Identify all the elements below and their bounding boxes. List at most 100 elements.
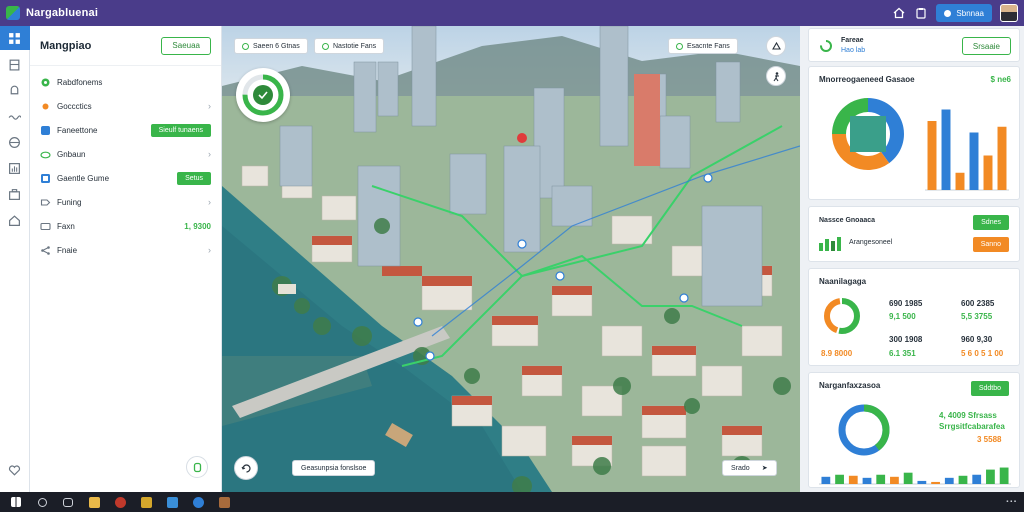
map-filter-chip-1[interactable]: Saeen 6 Gtnas xyxy=(234,38,308,54)
chip-label: Esacnte Fans xyxy=(687,42,730,50)
map-filter-chip-2[interactable]: Nastotie Fans xyxy=(314,38,385,54)
app-brown-icon[interactable] xyxy=(214,494,234,510)
share-icon xyxy=(40,245,51,256)
bar xyxy=(941,109,951,190)
nav-item-5[interactable]: Gaentle Gume Setus xyxy=(30,166,221,190)
account-button[interactable]: Sbnnaa xyxy=(936,4,992,22)
mini-bars-icon xyxy=(819,237,841,251)
rail-globe-icon[interactable] xyxy=(0,130,30,154)
tray-line: ▪ ▪ ▪ xyxy=(1006,498,1016,505)
rail-chart-icon[interactable] xyxy=(0,156,30,180)
rail-building-icon[interactable] xyxy=(0,52,30,76)
chart-card-badge: $ ne6 xyxy=(990,75,1011,84)
start-icon[interactable] xyxy=(6,494,26,510)
help-button[interactable] xyxy=(186,456,208,478)
cloud-icon xyxy=(40,149,51,160)
nav-item-label: Gaentle Gume xyxy=(57,173,110,183)
rail-briefcase-icon[interactable] xyxy=(0,182,30,206)
bar xyxy=(958,475,968,484)
nav-item-8[interactable]: Fnaie › xyxy=(30,238,221,262)
bar xyxy=(890,476,899,484)
map-filter-chip-3[interactable]: Esacnte Fans xyxy=(668,38,738,54)
map-progress-gauge xyxy=(236,68,290,122)
pie-center xyxy=(850,116,886,152)
globe-icon xyxy=(40,77,51,88)
nav-item-2[interactable]: Goccctics › xyxy=(30,94,221,118)
stat-value: 8.9 8000 xyxy=(821,349,853,358)
bar xyxy=(821,476,831,484)
rail-grid-icon[interactable] xyxy=(0,26,30,50)
rail-bell-icon[interactable] xyxy=(0,78,30,102)
bar xyxy=(972,474,982,484)
rail-house-icon[interactable] xyxy=(0,208,30,232)
panel-title: Mangpiao xyxy=(40,39,92,52)
bar xyxy=(955,172,965,190)
rail-wave-icon[interactable] xyxy=(0,104,30,128)
stat-value: 5,5 3755 xyxy=(961,312,993,321)
layers-icon xyxy=(771,41,781,50)
bar xyxy=(876,474,886,484)
panel-action-button[interactable]: Saeuaa xyxy=(161,36,211,55)
map-share-button[interactable]: Srado ➤ xyxy=(722,460,777,476)
nav-item-7[interactable]: Faxn 1, 9300 xyxy=(30,214,221,238)
tag-icon xyxy=(40,197,51,208)
donut-line-2: Srrgsitfcabarafea xyxy=(939,422,1005,431)
nav-item-1[interactable]: Rabdfonems xyxy=(30,70,221,94)
icon-rail xyxy=(0,26,30,492)
chip-label: Saeen 6 Gtnas xyxy=(253,42,300,50)
app-store-icon[interactable] xyxy=(162,494,182,510)
stat-value: 6.1 351 xyxy=(889,349,916,358)
bars-row-1-label: Nassce Gnoaaca xyxy=(819,217,876,224)
taskbar: ▪ ▪ ▪ xyxy=(0,492,1024,512)
donut-chart xyxy=(838,404,890,456)
home-icon[interactable] xyxy=(892,6,906,20)
app-yellow-icon[interactable] xyxy=(136,494,156,510)
map-layers-button[interactable] xyxy=(766,36,786,56)
stats-card: Naanilagaga 690 1985 600 2385 9,1 500 5,… xyxy=(808,268,1020,366)
map-rotate-button[interactable] xyxy=(234,456,258,480)
rail-heart-icon[interactable] xyxy=(0,458,30,482)
system-tray[interactable]: ▪ ▪ ▪ xyxy=(1006,499,1016,506)
nav-item-label: Faneettone xyxy=(57,125,98,135)
folder-icon[interactable] xyxy=(84,494,104,510)
summary-button[interactable]: Srsaaie xyxy=(961,37,1011,55)
chevron-right-icon: › xyxy=(208,245,211,255)
stat-value: 690 1985 xyxy=(889,299,923,308)
bar xyxy=(986,469,995,484)
nav-item-4[interactable]: Gnbaun › xyxy=(30,142,221,166)
city-map[interactable]: Saeen 6 Gtnas Nastotie Fans Esacnte Fans… xyxy=(222,26,800,492)
map-locate-button[interactable] xyxy=(766,66,786,86)
clipboard-icon[interactable] xyxy=(914,6,928,20)
stats-ring xyxy=(824,298,860,334)
bar xyxy=(848,475,858,484)
chevron-right-icon: › xyxy=(208,101,211,111)
title-bar: Nargabluenai Sbnnaa xyxy=(0,0,1024,26)
nav-item-6[interactable]: Funing › xyxy=(30,190,221,214)
donut-card-button[interactable]: Sddtbo xyxy=(970,381,1009,396)
bar xyxy=(997,126,1007,190)
avatar[interactable] xyxy=(1000,4,1018,22)
map-bottom-label[interactable]: Geasunpsia fonslsoe xyxy=(292,460,376,476)
nav-item-pill[interactable]: Sieulf tunaens xyxy=(150,123,211,137)
nav-item-pill[interactable]: Setus xyxy=(177,171,211,185)
filter-dot-icon xyxy=(322,42,329,50)
summary-card: Fareae Hao lab Srsaaie xyxy=(808,28,1020,62)
stat-value: 9,1 500 xyxy=(889,312,916,321)
nav-item-3[interactable]: Faneettone Sieulf tunaens xyxy=(30,118,221,142)
pie-chart xyxy=(832,98,904,170)
bar xyxy=(969,132,979,190)
search-icon[interactable] xyxy=(32,494,52,510)
chip-label: Nastotie Fans xyxy=(333,42,377,50)
bars-row-1-button[interactable]: Sdnes xyxy=(973,215,1009,230)
stat-value: 600 2385 xyxy=(961,299,995,308)
app-blue-icon[interactable] xyxy=(188,494,208,510)
bar xyxy=(903,472,913,484)
chevron-right-icon: › xyxy=(208,197,211,207)
task-view-icon[interactable] xyxy=(58,494,78,510)
app-red-icon[interactable] xyxy=(110,494,130,510)
account-button-label: Sbnnaa xyxy=(956,8,984,18)
send-icon: ➤ xyxy=(761,465,768,472)
card-icon xyxy=(40,221,51,232)
filter-dot-icon xyxy=(676,42,683,50)
bars-row-2-button[interactable]: Sanno xyxy=(972,237,1009,252)
